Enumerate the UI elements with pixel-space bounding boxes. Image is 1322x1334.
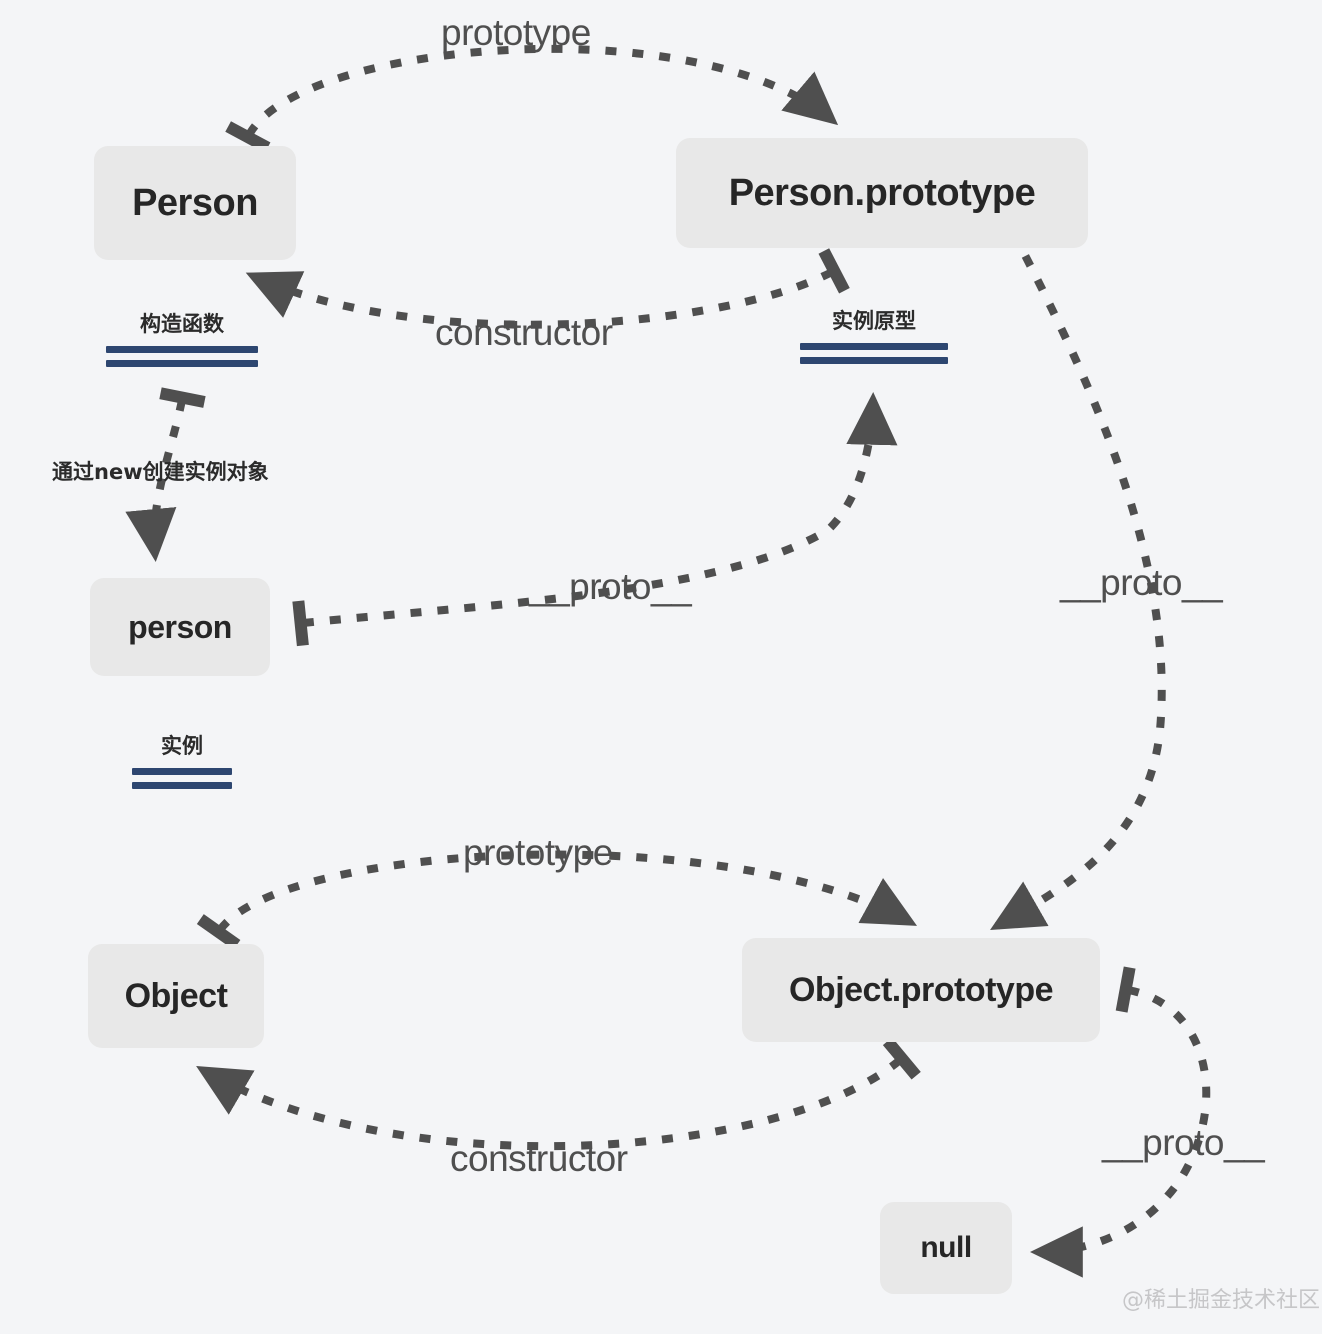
watermark: @稀土掘金技术社区: [1122, 1288, 1321, 1313]
edge-label-proto-right: __proto__: [1060, 562, 1223, 603]
node-person-class[interactable]: Person: [94, 146, 296, 260]
legend-bar-top: [132, 768, 232, 775]
legend-instance-prototype: 实例原型: [800, 305, 948, 364]
legend-label: 实例原型: [832, 309, 916, 333]
legend-constructor-function: 构造函数: [106, 308, 258, 367]
node-label: Person.prototype: [728, 171, 1036, 214]
legend-bar-bottom: [800, 357, 948, 364]
legend-label: 构造函数: [140, 312, 224, 336]
edge-label-proto-null: __proto__: [1102, 1122, 1265, 1163]
legend-instance: 实例: [132, 730, 232, 789]
node-object-prototype[interactable]: Object.prototype: [742, 938, 1100, 1042]
legend-bar-top: [106, 346, 258, 353]
edge-label-proto-instance: __proto__: [529, 566, 692, 607]
legend-bar-top: [800, 343, 948, 350]
node-label: Person: [132, 181, 258, 224]
edge-label-prototype-top: prototype: [441, 12, 591, 53]
edge-label-prototype-bottom: prototype: [463, 832, 613, 873]
legend-label: 实例: [161, 734, 203, 758]
node-person-prototype[interactable]: Person.prototype: [676, 138, 1088, 248]
edge-person-to-person-prototype: [225, 44, 839, 154]
edge-object-prototype-constructor: [196, 1037, 921, 1151]
legend-bar-bottom: [106, 360, 258, 367]
legend-bars: [132, 768, 232, 789]
node-person-instance[interactable]: person: [90, 578, 270, 676]
edge-label-constructor-bottom: constructor: [450, 1138, 628, 1179]
prototype-chain-diagram: Person Person.prototype person Object Ob…: [0, 0, 1322, 1334]
node-object-class[interactable]: Object: [88, 944, 264, 1048]
note-new-instance: 通过new创建实例对象: [52, 460, 269, 484]
node-label: null: [920, 1231, 972, 1264]
legend-bar-bottom: [132, 782, 232, 789]
legend-bars: [106, 346, 258, 367]
node-null[interactable]: null: [880, 1202, 1012, 1294]
edge-label-constructor-top: constructor: [435, 312, 613, 353]
node-label: person: [128, 608, 232, 645]
node-label: Object: [124, 976, 228, 1015]
legend-bars: [800, 343, 948, 364]
node-label: Object.prototype: [788, 970, 1054, 1009]
